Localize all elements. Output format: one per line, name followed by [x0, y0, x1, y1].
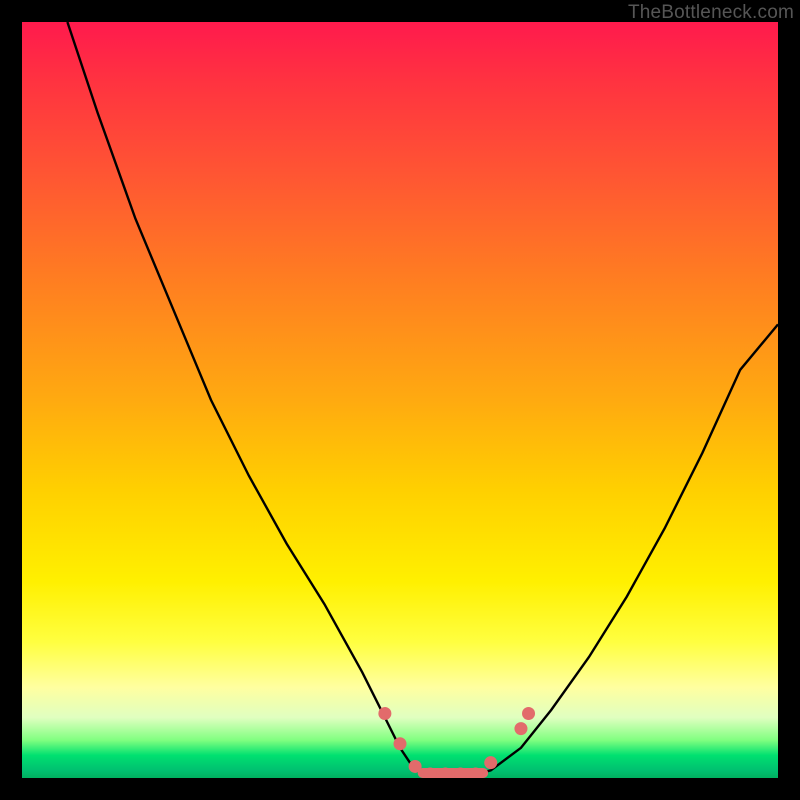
plot-area	[22, 22, 778, 778]
highlight-dot	[409, 760, 422, 773]
highlight-dot	[514, 722, 527, 735]
highlight-dot	[378, 707, 391, 720]
chart-frame: TheBottleneck.com	[0, 0, 800, 800]
highlight-dot	[394, 737, 407, 750]
curve-layer	[22, 22, 778, 778]
watermark-label: TheBottleneck.com	[628, 2, 794, 24]
bottleneck-curve	[67, 22, 778, 778]
highlight-dot	[484, 756, 497, 769]
highlight-dots	[378, 707, 535, 778]
highlight-dot	[522, 707, 535, 720]
